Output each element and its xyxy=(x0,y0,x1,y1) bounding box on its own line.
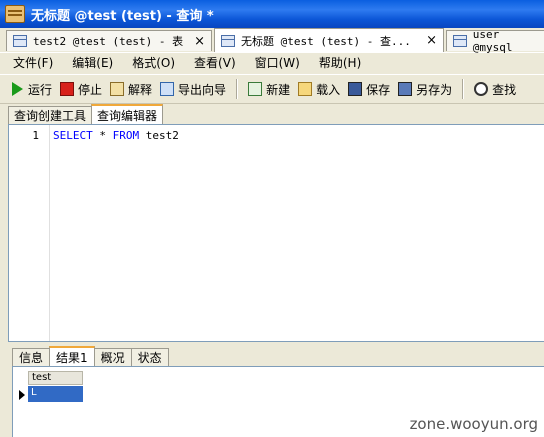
table-icon xyxy=(13,35,27,47)
result-cell[interactable]: L xyxy=(28,386,83,402)
column-header[interactable]: test xyxy=(28,371,83,385)
result-tabs: 信息 结果1 概况 状态 xyxy=(12,346,169,366)
close-icon[interactable]: × xyxy=(426,33,437,48)
load-label: 载入 xyxy=(316,82,341,97)
new-icon xyxy=(248,82,263,96)
stop-button[interactable]: 停止 xyxy=(56,77,106,101)
find-label: 查找 xyxy=(492,82,517,97)
sql-editor[interactable]: 1 SELECT * FROM test2 xyxy=(8,124,544,342)
menu-window[interactable]: 窗口(W) xyxy=(242,54,306,71)
tab-result1[interactable]: 结果1 xyxy=(49,346,95,366)
menu-format[interactable]: 格式(O) xyxy=(119,54,181,71)
save-icon xyxy=(348,82,363,96)
app-icon xyxy=(5,5,25,23)
tab-status[interactable]: 状态 xyxy=(130,348,169,366)
tab-query-builder[interactable]: 查询创建工具 xyxy=(8,106,93,124)
menu-edit[interactable]: 编辑(E) xyxy=(59,54,119,71)
explain-button[interactable]: 解释 xyxy=(106,77,156,101)
line-number: 1 xyxy=(32,129,39,142)
code-line[interactable]: SELECT * FROM test2 xyxy=(53,129,179,142)
export-label: 导出向导 xyxy=(178,82,227,97)
new-button[interactable]: 新建 xyxy=(244,77,294,101)
save-label: 保存 xyxy=(366,82,391,97)
play-icon xyxy=(12,82,23,96)
close-icon[interactable]: × xyxy=(194,34,205,49)
explain-icon xyxy=(110,82,125,96)
search-icon xyxy=(474,82,489,96)
stop-icon xyxy=(60,82,75,96)
save-button[interactable]: 保存 xyxy=(344,77,394,101)
sql-keyword: FROM xyxy=(112,129,140,142)
line-number-gutter: 1 xyxy=(9,125,50,341)
title-bar: 无标题 @test (test) - 查询 * xyxy=(0,0,544,28)
export-wizard-button[interactable]: 导出向导 xyxy=(156,77,230,101)
toolbar: 运行 停止 解释 导出向导 新建 载入 保存 另存为 查找 xyxy=(0,74,544,104)
watermark: zone.wooyun.org xyxy=(409,415,538,433)
folder-icon xyxy=(298,82,313,96)
query-icon xyxy=(221,34,235,47)
sql-text: * xyxy=(92,129,113,142)
stop-label: 停止 xyxy=(78,82,103,97)
query-mode-tabs: 查询创建工具 查询编辑器 xyxy=(8,104,164,124)
find-button[interactable]: 查找 xyxy=(470,77,520,101)
doc-tab-query[interactable]: 无标题 @test (test) - 查... × xyxy=(214,28,444,52)
window-title: 无标题 @test (test) - 查询 * xyxy=(31,8,214,24)
load-button[interactable]: 载入 xyxy=(294,77,344,101)
save-as-button[interactable]: 另存为 xyxy=(394,77,456,101)
table-icon xyxy=(453,35,467,47)
save-as-label: 另存为 xyxy=(416,82,453,97)
toolbar-separator xyxy=(462,79,465,99)
row-indicator-icon xyxy=(16,387,28,403)
doc-tab-label: user @mysql xyxy=(472,28,513,54)
toolbar-separator xyxy=(236,79,239,99)
doc-tab-user[interactable]: user @mysql xyxy=(446,28,544,54)
tab-query-editor[interactable]: 查询编辑器 xyxy=(91,104,164,124)
doc-tab-label: test2 @test (test) - 表 xyxy=(33,35,184,48)
menu-file[interactable]: 文件(F) xyxy=(0,54,59,71)
tab-profile[interactable]: 概况 xyxy=(93,348,132,366)
sql-keyword: SELECT xyxy=(53,129,93,142)
doc-tab-test2[interactable]: test2 @test (test) - 表 × xyxy=(6,30,212,51)
doc-tab-label: 无标题 @test (test) - 查... xyxy=(241,34,411,48)
document-tab-strip: test2 @test (test) - 表 × 无标题 @test (test… xyxy=(0,28,544,54)
menu-bar: 文件(F) 编辑(E) 格式(O) 查看(V) 窗口(W) 帮助(H) xyxy=(0,52,544,73)
explain-label: 解释 xyxy=(128,82,153,97)
run-button[interactable]: 运行 xyxy=(8,77,56,101)
new-label: 新建 xyxy=(266,82,291,97)
sql-table-name: test2 xyxy=(139,129,179,142)
save-as-icon xyxy=(398,82,413,96)
run-label: 运行 xyxy=(28,82,53,97)
menu-help[interactable]: 帮助(H) xyxy=(306,54,367,71)
export-icon xyxy=(160,82,175,96)
menu-view[interactable]: 查看(V) xyxy=(181,54,242,71)
tab-messages[interactable]: 信息 xyxy=(12,348,51,366)
